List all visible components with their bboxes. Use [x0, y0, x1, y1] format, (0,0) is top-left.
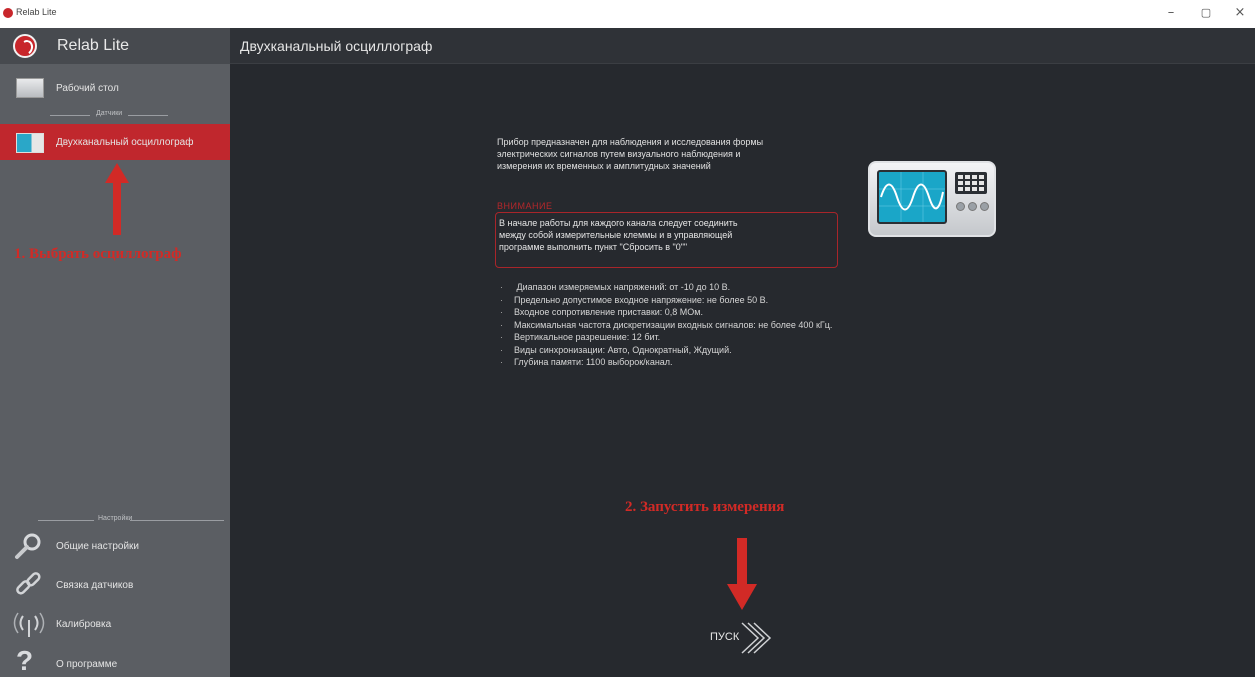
spec-item: Глубина памяти: 1100 выборок/канал.: [500, 356, 832, 369]
main-header: Двухканальный осциллограф: [230, 28, 1255, 64]
window-title: Relab Lite: [16, 7, 57, 17]
warning-box: В начале работы для каждого канала следу…: [495, 212, 838, 268]
relab-logo-icon: [13, 34, 37, 58]
sidebar-item-label: Связка датчиков: [56, 580, 134, 591]
question-mark-icon: ?: [16, 645, 34, 676]
sidebar-item-label: О программе: [56, 659, 118, 670]
sidebar-item-calibration[interactable]: Калибровка: [0, 606, 230, 642]
scope-knob: [968, 202, 977, 211]
app-logo-icon: [3, 8, 13, 18]
spec-item: Виды синхронизации: Авто, Однократный, Ж…: [500, 344, 832, 357]
sidebar-item-label: Калибровка: [56, 619, 112, 630]
main-panel: Двухканальный осциллограф Прибор предназ…: [230, 28, 1255, 677]
annotation-arrow-down: [727, 538, 757, 610]
start-button-label: ПУСК: [710, 631, 740, 643]
oscilloscope-icon: [16, 133, 44, 153]
sidebar: Relab Lite Рабочий стол Датчики Двухкана…: [0, 28, 230, 677]
annotation-step2: 2. Запустить измерения: [625, 499, 785, 515]
scope-knob: [980, 202, 989, 211]
page-title: Двухканальный осциллограф: [240, 38, 433, 54]
spec-item: Предельно допустимое входное напряжение:…: [500, 294, 832, 307]
sidebar-item-general-settings[interactable]: Общие настройки: [0, 528, 230, 564]
monitor-icon: [16, 78, 44, 98]
sidebar-item-label: Общие настройки: [56, 541, 139, 552]
sidebar-item-oscilloscope[interactable]: Двухканальный осциллограф: [0, 124, 230, 160]
sidebar-item-sensor-link[interactable]: Связка датчиков: [0, 567, 230, 603]
sidebar-item-label: Рабочий стол: [56, 83, 119, 94]
maximize-button[interactable]: ▢: [1195, 3, 1217, 23]
window-titlebar: Relab Lite – ▢ ×: [0, 0, 1255, 28]
oscilloscope-illustration-icon: [868, 161, 996, 237]
spec-list: Диапазон измеряемых напряжений: от -10 д…: [500, 281, 832, 369]
warning-title: ВНИМАНИЕ: [497, 201, 553, 211]
scope-keypad: [955, 172, 987, 194]
spec-item: Диапазон измеряемых напряжений: от -10 д…: [500, 281, 832, 294]
annotation-arrow-up: [105, 163, 129, 235]
device-description: Прибор предназначен для наблюдения и исс…: [497, 137, 764, 171]
spec-item: Входное сопротивление приставки: 0,8 МОм…: [500, 306, 832, 319]
scope-screen: [877, 170, 947, 224]
scope-knob: [956, 202, 965, 211]
sidebar-header: Relab Lite: [0, 28, 230, 64]
sidebar-item-label: Двухканальный осциллограф: [56, 137, 194, 148]
sidebar-title: Relab Lite: [57, 37, 130, 54]
triple-chevron-right-icon: [741, 622, 772, 654]
spec-item: Максимальная частота дискретизации входн…: [500, 319, 832, 332]
spec-item: Вертикальное разрешение: 12 бит.: [500, 331, 832, 344]
minimize-button[interactable]: –: [1160, 3, 1182, 23]
sidebar-item-about[interactable]: ? О программе: [0, 645, 230, 677]
sidebar-item-desktop[interactable]: Рабочий стол: [0, 72, 230, 108]
chain-link-icon: [16, 572, 41, 595]
section-divider-sensors: Датчики: [30, 110, 220, 120]
section-divider-settings: Настройки: [30, 515, 224, 525]
antenna-signal-icon: [13, 612, 45, 637]
annotation-step1: 1. Выбрать осциллограф: [14, 246, 182, 262]
magnifier-wrench-icon: [15, 533, 41, 559]
close-button[interactable]: ×: [1229, 3, 1251, 23]
